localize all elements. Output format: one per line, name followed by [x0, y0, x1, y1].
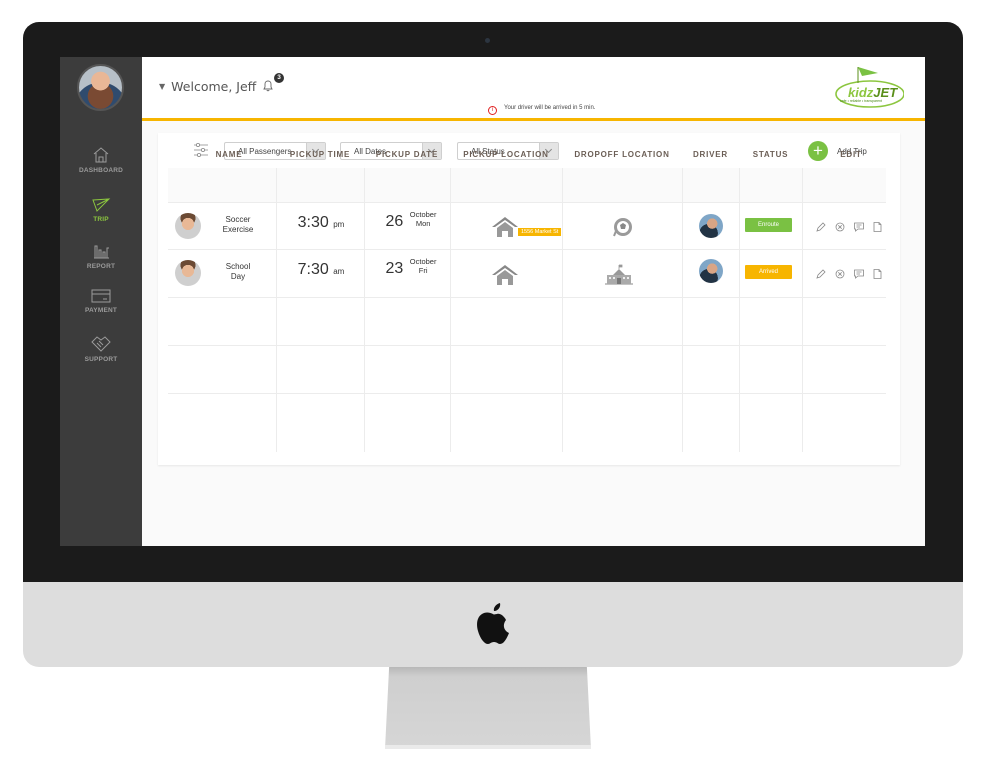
- house-icon[interactable]: [491, 264, 519, 286]
- credit-card-icon: [91, 289, 111, 303]
- pickup-date: 23 October Fri: [385, 257, 437, 277]
- pickup-date: 26 October Mon: [385, 210, 437, 230]
- handshake-icon: [91, 336, 111, 352]
- passenger-avatar: [175, 213, 201, 239]
- driver-avatar[interactable]: [699, 214, 723, 238]
- driver-notice: i Your driver will be arrived in 5 min.: [488, 105, 595, 115]
- document-icon[interactable]: [871, 220, 883, 232]
- cancel-icon[interactable]: [834, 220, 846, 232]
- top-header: ▼ Welcome, Jeff 3 i Your driver will be ar…: [142, 57, 925, 121]
- cancel-icon[interactable]: [834, 267, 846, 279]
- pencil-icon[interactable]: [815, 267, 827, 279]
- apple-logo-icon: [477, 603, 509, 644]
- notification-badge: 3: [274, 73, 284, 83]
- pickup-time: 7:30 am: [297, 261, 345, 278]
- home-icon: [93, 147, 109, 163]
- passenger-avatar: [175, 260, 201, 286]
- sidebar-item-label: TRIP: [93, 216, 109, 223]
- column-header-name: NAME: [215, 150, 243, 159]
- trips-card: All Passengers All Dates All Status + Ad…: [158, 133, 900, 465]
- column-header-driver: DRIVER: [692, 150, 729, 159]
- document-icon[interactable]: [871, 267, 883, 279]
- soccer-ball-icon: [613, 218, 632, 237]
- house-icon[interactable]: [491, 216, 519, 238]
- bell-icon[interactable]: [262, 79, 274, 92]
- message-icon[interactable]: [853, 267, 865, 279]
- sidebar-item-dashboard[interactable]: DASHBOARD: [60, 145, 142, 174]
- status-badge: Arrived: [745, 265, 792, 279]
- monitor-stand-base: [385, 745, 591, 749]
- user-avatar[interactable]: [77, 64, 124, 111]
- alert-icon: i: [488, 106, 497, 115]
- column-header-edit: EDIT: [840, 150, 862, 159]
- message-icon[interactable]: [853, 220, 865, 232]
- column-header-pickup-location: PICKUP LOCATION: [463, 150, 549, 159]
- pickup-address-tag: 1556 Market St: [518, 228, 562, 236]
- app-screen: DASHBOARD TRIP REPORT PAYMENT SUPPORT ▼ …: [60, 57, 925, 546]
- sidebar-item-label: PAYMENT: [84, 307, 118, 314]
- sidebar-item-label: REPORT: [86, 263, 116, 270]
- row-divider: [168, 345, 886, 346]
- sidebar-item-trip[interactable]: TRIP: [60, 196, 142, 223]
- notice-text: Your driver will be arrived in 5 min.: [504, 105, 596, 111]
- column-header-pickup-date: PICKUP DATE: [375, 150, 439, 159]
- kidzjet-logo: kidzJET safe • reliable • transparent: [828, 61, 905, 109]
- sidebar: DASHBOARD TRIP REPORT PAYMENT SUPPORT: [60, 57, 142, 546]
- pencil-icon[interactable]: [815, 220, 827, 232]
- column-header-dropoff-location: DROPOFF LOCATION: [574, 150, 670, 159]
- school-building-icon: [605, 264, 633, 285]
- passenger-name: School Day: [225, 262, 251, 281]
- bar-chart-icon: [94, 245, 109, 259]
- logo-wordmark: kidzJET: [848, 85, 898, 100]
- driver-avatar[interactable]: [699, 259, 723, 283]
- logo-tagline: safe • reliable • transparent: [840, 99, 882, 103]
- status-badge: Enroute: [745, 218, 792, 232]
- monitor-stand: [385, 667, 591, 749]
- welcome-menu[interactable]: ▼ Welcome, Jeff: [159, 79, 256, 94]
- sidebar-item-label: SUPPORT: [84, 356, 118, 363]
- row-divider: [168, 393, 886, 394]
- column-header-status: STATUS: [752, 150, 789, 159]
- sidebar-item-label: DASHBOARD: [78, 167, 124, 174]
- sidebar-item-report[interactable]: REPORT: [60, 241, 142, 270]
- sidebar-item-payment[interactable]: PAYMENT: [60, 287, 142, 314]
- sidebar-item-support[interactable]: SUPPORT: [60, 334, 142, 363]
- camera-dot: [485, 38, 490, 43]
- column-header-pickup-time: PICKUP TIME: [289, 150, 351, 159]
- table-row[interactable]: School Day 7:30 am 23 October Fri Arrive…: [158, 250, 900, 298]
- table-row[interactable]: Soccer Exercise 3:30 pm 26 October Mon 155…: [158, 203, 900, 251]
- paper-plane-icon: [92, 198, 111, 212]
- pickup-time: 3:30 pm: [297, 214, 345, 231]
- caret-down-icon: ▼: [159, 82, 166, 91]
- row-actions: [815, 267, 887, 279]
- welcome-text: Welcome, Jeff: [171, 79, 257, 94]
- row-actions: [815, 220, 887, 232]
- passenger-name: Soccer Exercise: [222, 215, 254, 234]
